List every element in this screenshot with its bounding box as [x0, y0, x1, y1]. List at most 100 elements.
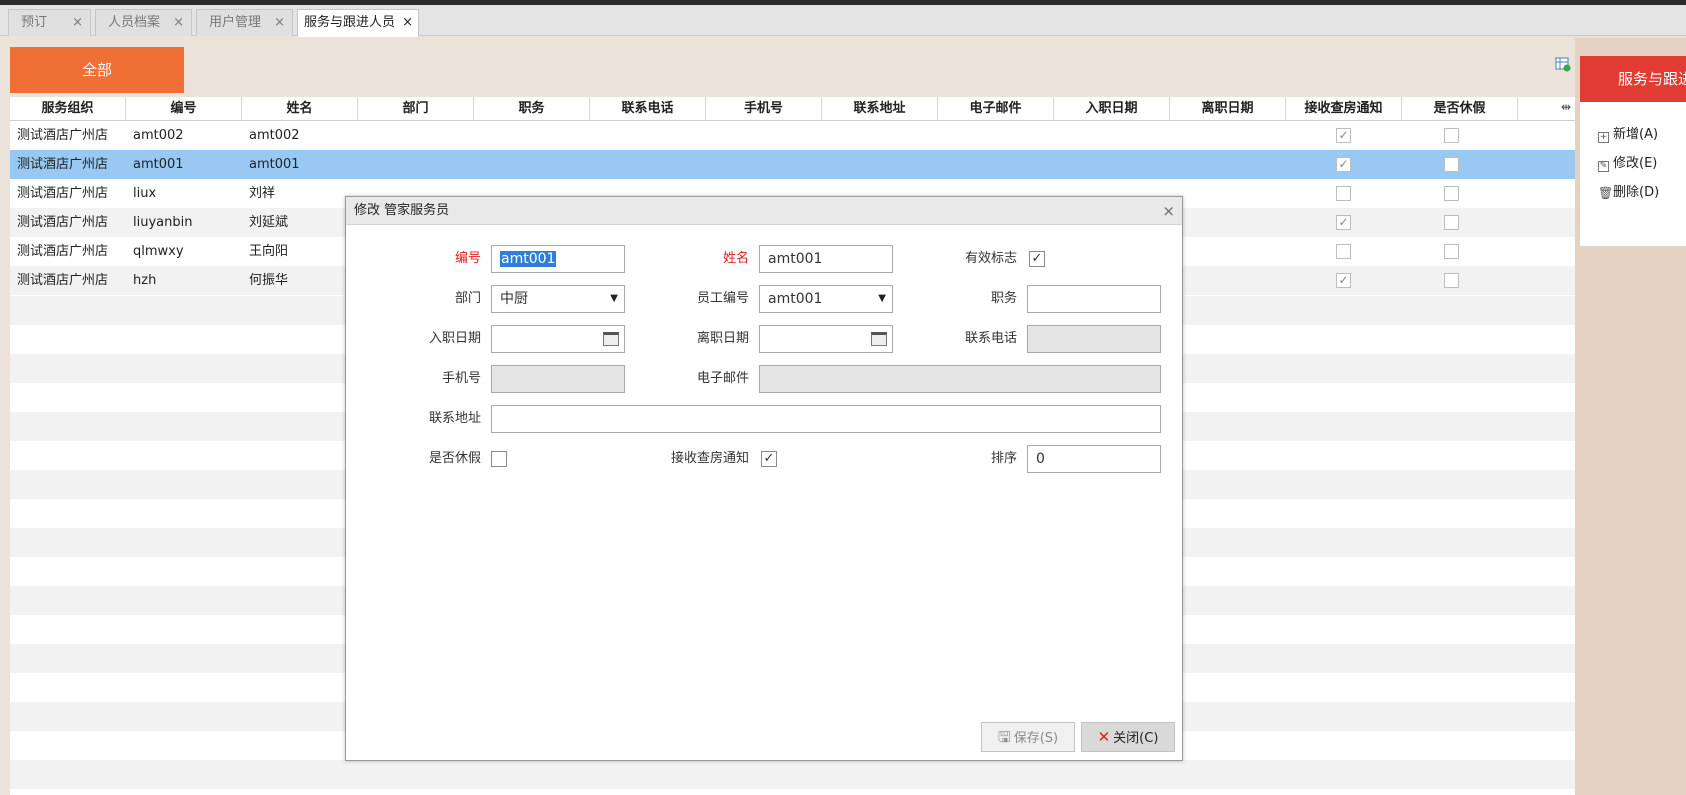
tab-bar: 预订 × 人员档案 × 用户管理 × 服务与跟进人员 ×	[0, 5, 1686, 37]
code-label: 编号	[454, 251, 481, 266]
plus-icon: +	[1598, 132, 1609, 143]
tab-label: 服务与跟进人员	[304, 15, 396, 30]
delete-button[interactable]: 🗑删除(D)	[1598, 182, 1659, 204]
table-row[interactable]: 测试酒店广州店 amt002 amt002 ✓	[10, 121, 1575, 150]
add-label: 新增(A)	[1613, 127, 1659, 142]
close-icon[interactable]: ×	[402, 10, 413, 35]
table-cell: 测试酒店广州店	[17, 157, 109, 172]
address-field[interactable]	[491, 405, 1161, 433]
vacation-checkbox[interactable]	[1444, 215, 1459, 230]
col-header[interactable]: 离职日期	[1170, 97, 1286, 121]
table-cell: qlmwxy	[133, 244, 184, 259]
side-menu: 服务与跟进 + 新增(A) ✎ 修改(E) 🗑删除(D)	[1580, 56, 1686, 246]
delete-label: 删除(D)	[1613, 185, 1660, 200]
table-cell: 刘祥	[249, 186, 276, 201]
notify-checkbox[interactable]: ✓	[1336, 128, 1351, 143]
save-button[interactable]: 🖫 保存(S)	[981, 722, 1075, 752]
side-panel-title: 服务与跟进	[1580, 56, 1686, 102]
tab-personnel[interactable]: 人员档案 ×	[95, 9, 192, 36]
col-header[interactable]: 服务组织	[10, 97, 126, 121]
table-cell: 测试酒店广州店	[17, 128, 109, 143]
notify-label: 接收查房通知	[670, 451, 749, 466]
notify-checkbox[interactable]: ✓	[1336, 157, 1351, 172]
col-header[interactable]: 电子邮件	[938, 97, 1054, 121]
empno-select[interactable]: amt001 ▼	[759, 285, 893, 313]
col-header[interactable]: 职务	[474, 97, 590, 121]
grid-header: 服务组织 编号 姓名 部门 职务 联系电话 手机号 联系地址 电子邮件 入职日期…	[10, 97, 1575, 121]
table-cell: 测试酒店广州店	[17, 273, 109, 288]
trash-icon: 🗑	[1598, 186, 1614, 200]
dialog-close-icon[interactable]: ×	[1162, 197, 1175, 225]
email-label: 电子邮件	[696, 371, 749, 386]
empno-value: amt001	[768, 291, 823, 307]
tab-service-staff[interactable]: 服务与跟进人员 ×	[297, 9, 419, 37]
col-header[interactable]: 接收查房通知	[1286, 97, 1402, 121]
vacation-checkbox[interactable]	[1444, 186, 1459, 201]
close-icon[interactable]: ×	[173, 10, 184, 35]
table-cell: amt001	[249, 157, 300, 172]
edit-button[interactable]: ✎ 修改(E)	[1598, 153, 1657, 175]
close-icon[interactable]: ×	[72, 10, 83, 35]
valid-flag-checkbox[interactable]: ✓	[1029, 251, 1045, 267]
vacation-checkbox[interactable]	[491, 451, 507, 467]
tab-booking[interactable]: 预订 ×	[8, 9, 91, 36]
tab-label: 预订	[21, 15, 48, 30]
empty-row	[10, 760, 1575, 789]
tab-label: 人员档案	[108, 15, 161, 30]
name-field[interactable]: amt001	[759, 245, 893, 273]
table-cell: hzh	[133, 273, 157, 288]
col-header[interactable]: 部门	[358, 97, 474, 121]
calendar-icon[interactable]	[603, 332, 619, 346]
notify-checkbox[interactable]: ✓	[1336, 215, 1351, 230]
code-field[interactable]: amt001	[491, 245, 625, 273]
dialog-title: 修改 管家服务员	[354, 203, 450, 218]
side-panel: 服务与跟进 + 新增(A) ✎ 修改(E) 🗑删除(D)	[1575, 38, 1686, 795]
table-cell: liuyanbin	[133, 215, 193, 230]
table-cell: 何振华	[249, 273, 289, 288]
notify-checkbox[interactable]: ✓	[1336, 273, 1351, 288]
address-label: 联系地址	[428, 411, 481, 426]
table-cell: 测试酒店广州店	[17, 215, 109, 230]
vacation-checkbox[interactable]	[1444, 157, 1459, 172]
mobile-label: 手机号	[441, 371, 481, 386]
dept-value: 中厨	[500, 291, 528, 307]
empno-label: 员工编号	[696, 291, 749, 306]
vacation-checkbox[interactable]	[1444, 128, 1459, 143]
save-icon: 🖫	[997, 728, 1011, 746]
table-cell: 测试酒店广州店	[17, 186, 109, 201]
position-field[interactable]	[1027, 285, 1161, 313]
leave-date-field[interactable]	[759, 325, 893, 353]
tab-user-management[interactable]: 用户管理 ×	[196, 9, 293, 36]
col-header[interactable]: 联系电话	[590, 97, 706, 121]
col-header[interactable]: 编号	[126, 97, 242, 121]
col-header[interactable]: 姓名	[242, 97, 358, 121]
all-button[interactable]: 全部	[10, 47, 184, 93]
table-cell: 刘延斌	[249, 215, 289, 230]
table-cell: amt001	[133, 157, 184, 172]
vacation-label: 是否休假	[428, 451, 481, 466]
dropdown-arrow-icon: ▼	[878, 293, 886, 304]
col-header[interactable]: 联系地址	[822, 97, 938, 121]
notify-checkbox[interactable]: ✓	[761, 451, 777, 467]
table-row[interactable]: 测试酒店广州店 amt001 amt001 ✓	[10, 150, 1575, 179]
vacation-checkbox[interactable]	[1444, 244, 1459, 259]
column-chooser-icon[interactable]: ⇹	[1561, 100, 1571, 114]
close-icon[interactable]: ×	[274, 10, 285, 35]
sort-field[interactable]: 0	[1027, 445, 1161, 473]
phone-field	[1027, 325, 1161, 353]
dialog-title-bar[interactable]: 修改 管家服务员 ×	[346, 197, 1182, 225]
dept-select[interactable]: 中厨 ▼	[491, 285, 625, 313]
add-button[interactable]: + 新增(A)	[1598, 124, 1658, 146]
notify-checkbox[interactable]	[1336, 186, 1351, 201]
col-header[interactable]: 入职日期	[1054, 97, 1170, 121]
notify-checkbox[interactable]	[1336, 244, 1351, 259]
calendar-icon[interactable]	[871, 332, 887, 346]
col-header[interactable]: 手机号	[706, 97, 822, 121]
close-label: 关闭(C)	[1113, 731, 1159, 746]
col-header[interactable]: 是否休假	[1402, 97, 1518, 121]
export-excel-icon[interactable]	[1555, 56, 1571, 72]
close-button[interactable]: ✕ 关闭(C)	[1081, 722, 1175, 752]
entry-date-field[interactable]	[491, 325, 625, 353]
vacation-checkbox[interactable]	[1444, 273, 1459, 288]
save-label: 保存(S)	[1013, 731, 1059, 746]
